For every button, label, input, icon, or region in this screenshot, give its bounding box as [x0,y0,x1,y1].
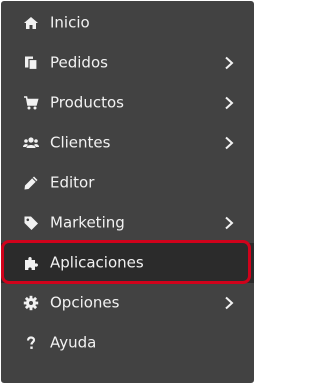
menu-item-editor[interactable]: Editor [1,163,254,203]
menu-item-pedidos[interactable]: Pedidos [1,43,254,83]
menu-item-opciones[interactable]: Opciones [1,283,254,323]
question-icon [23,335,39,351]
menu-item-productos[interactable]: Productos [1,83,254,123]
menu-item-label: Marketing [50,213,125,232]
menu-item-label: Opciones [50,293,120,312]
chevron-right-icon [224,96,234,110]
chevron-right-icon [224,56,234,70]
cart-icon [23,95,39,111]
menu-item-label: Clientes [50,133,111,152]
sidebar-menu: Inicio Pedidos Productos Clientes Editor… [0,0,256,388]
menu-item-aplicaciones[interactable]: Aplicaciones [1,243,254,283]
menu-item-clientes[interactable]: Clientes [1,123,254,163]
chevron-right-icon [224,296,234,310]
menu-item-label: Inicio [50,13,90,32]
tag-icon [23,215,39,231]
sidebar-panel: Inicio Pedidos Productos Clientes Editor… [1,1,254,383]
menu-item-inicio[interactable]: Inicio [1,3,254,43]
orders-icon [23,55,39,71]
menu-item-label: Pedidos [50,53,108,72]
home-icon [23,15,39,31]
menu-item-label: Ayuda [50,333,97,352]
puzzle-icon [23,255,39,271]
menu-item-ayuda[interactable]: Ayuda [1,323,254,363]
menu-item-label: Editor [50,173,95,192]
menu-item-label: Productos [50,93,124,112]
chevron-right-icon [224,136,234,150]
users-icon [23,135,39,151]
gear-icon [23,295,39,311]
chevron-right-icon [224,216,234,230]
pencil-icon [23,175,39,191]
menu-item-label: Aplicaciones [50,253,144,272]
menu-item-marketing[interactable]: Marketing [1,203,254,243]
